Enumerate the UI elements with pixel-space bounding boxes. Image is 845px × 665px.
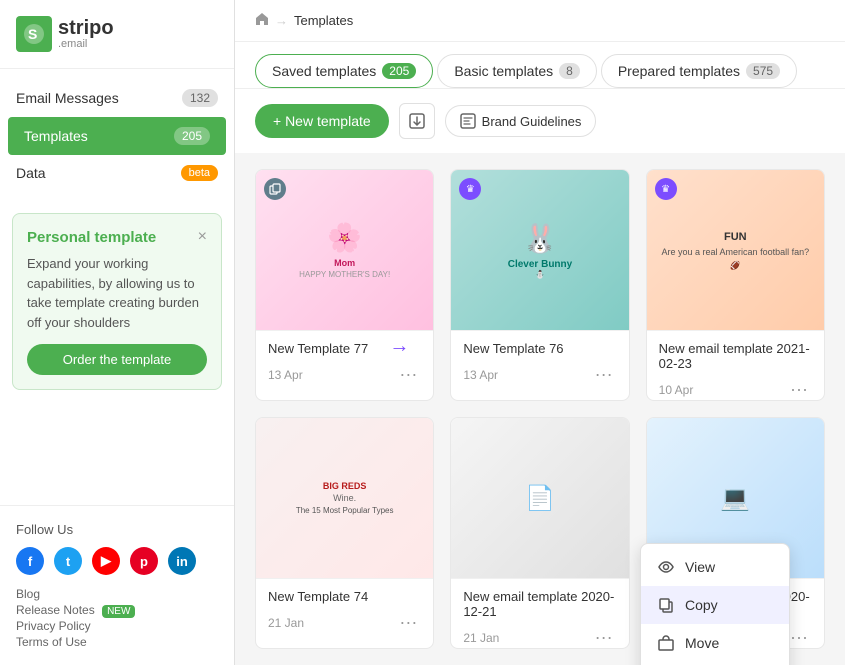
- template-date-4: 21 Jan: [268, 616, 304, 630]
- footer-link-terms[interactable]: Terms of Use: [16, 635, 218, 649]
- sidebar-footer: Follow Us f t ▶ p in Blog Release Notes …: [0, 505, 234, 665]
- template-menu-btn-4[interactable]: ···: [395, 610, 421, 635]
- template-date-2: 13 Apr: [463, 368, 498, 382]
- template-card-3[interactable]: ♛ FUN Are you a real American football f…: [646, 169, 825, 401]
- personal-template-box: Personal template × Expand your working …: [12, 213, 222, 390]
- template-thumbnail-4: BIG REDS Wine. The 15 Most Popular Types: [256, 418, 433, 578]
- tab-basic-templates[interactable]: Basic templates 8: [437, 54, 597, 88]
- facebook-icon[interactable]: f: [16, 547, 44, 575]
- template-menu-btn-1[interactable]: ···: [395, 362, 421, 387]
- template-date-3: 10 Apr: [659, 383, 694, 397]
- breadcrumb-separator: →: [275, 13, 288, 28]
- footer-links: Blog Release Notes NEW Privacy Policy Te…: [16, 587, 218, 649]
- sidebar-item-email-messages[interactable]: Email Messages 132: [0, 79, 234, 117]
- footer-link-blog[interactable]: Blog: [16, 587, 218, 601]
- sidebar-item-templates[interactable]: Templates 205: [8, 117, 226, 155]
- logo: S stripo .email: [0, 0, 234, 69]
- personal-template-title: Personal template: [27, 229, 156, 246]
- pinterest-icon[interactable]: p: [130, 547, 158, 575]
- crown-badge-3: ♛: [655, 178, 677, 200]
- twitter-icon[interactable]: t: [54, 547, 82, 575]
- template-card-5[interactable]: 📄 New email template 2020-12-21 21 Jan ·…: [450, 417, 629, 649]
- context-menu-move-label: Move: [685, 635, 719, 651]
- template-menu-btn-3[interactable]: ···: [786, 377, 812, 401]
- personal-template-description: Expand your working capabilities, by all…: [27, 254, 207, 332]
- logo-name: stripo: [58, 18, 114, 38]
- template-info-2: New Template 76 13 Apr ···: [451, 330, 628, 397]
- breadcrumb-current: Templates: [294, 13, 353, 28]
- template-name-4: New Template 74: [268, 589, 421, 604]
- template-name-5: New email template 2020-12-21: [463, 589, 616, 619]
- footer-link-privacy[interactable]: Privacy Policy: [16, 619, 218, 633]
- template-info-3: New email template 2021-02-23 10 Apr ···: [647, 330, 824, 401]
- breadcrumb-home-icon[interactable]: [255, 12, 269, 29]
- new-template-button[interactable]: + New template: [255, 104, 389, 138]
- template-card-4[interactable]: BIG REDS Wine. The 15 Most Popular Types…: [255, 417, 434, 649]
- template-date-1: 13 Apr: [268, 368, 303, 382]
- sidebar: S stripo .email Email Messages 132 Templ…: [0, 0, 235, 665]
- view-icon: [657, 558, 675, 576]
- context-menu-move[interactable]: Move: [641, 624, 789, 662]
- personal-template-close-icon[interactable]: ×: [198, 228, 207, 246]
- template-name-2: New Template 76: [463, 341, 616, 356]
- template-info-5: New email template 2020-12-21 21 Jan ···: [451, 578, 628, 649]
- order-template-button[interactable]: Order the template: [27, 344, 207, 375]
- context-menu-view-label: View: [685, 559, 715, 575]
- import-button[interactable]: [399, 103, 435, 139]
- template-date-5: 21 Jan: [463, 631, 499, 645]
- template-card-1[interactable]: 🌸 Mom HAPPY MOTHER'S DAY! New Template 7…: [255, 169, 434, 401]
- template-thumbnail-5: 📄: [451, 418, 628, 578]
- tab-saved-templates[interactable]: Saved templates 205: [255, 54, 433, 88]
- copy-badge-icon: [264, 178, 286, 200]
- toolbar: + New template Brand Guidelines: [235, 89, 845, 153]
- context-menu: View Copy Move: [640, 543, 790, 665]
- social-icons: f t ▶ p in: [16, 547, 218, 575]
- template-card-2[interactable]: ♛ 🐰 Clever Bunny ⛄ New Template 76 13 Ap…: [450, 169, 629, 401]
- main-content: → Templates Saved templates 205 Basic te…: [235, 0, 845, 665]
- tabs-bar: Saved templates 205 Basic templates 8 Pr…: [235, 42, 845, 89]
- template-name-3: New email template 2021-02-23: [659, 341, 812, 371]
- linkedin-icon[interactable]: in: [168, 547, 196, 575]
- logo-sub: .email: [58, 38, 114, 50]
- sidebar-item-data[interactable]: Data beta: [0, 155, 234, 191]
- sidebar-navigation: Email Messages 132 Templates 205 Data be…: [0, 69, 234, 201]
- svg-text:S: S: [28, 26, 37, 42]
- arrow-indicator: →: [389, 335, 409, 358]
- follow-us-label: Follow Us: [16, 522, 218, 537]
- templates-grid: 🌸 Mom HAPPY MOTHER'S DAY! New Template 7…: [235, 153, 845, 665]
- context-menu-copy-label: Copy: [685, 597, 718, 613]
- footer-link-release-notes[interactable]: Release Notes NEW: [16, 603, 218, 617]
- move-icon: [657, 634, 675, 652]
- template-menu-btn-2[interactable]: ···: [591, 362, 617, 387]
- youtube-icon[interactable]: ▶: [92, 547, 120, 575]
- copy-icon: [657, 596, 675, 614]
- context-menu-copy[interactable]: Copy: [641, 586, 789, 624]
- brand-guidelines-button[interactable]: Brand Guidelines: [445, 105, 597, 137]
- logo-icon: S: [16, 16, 52, 52]
- tab-prepared-templates[interactable]: Prepared templates 575: [601, 54, 797, 88]
- template-menu-btn-5[interactable]: ···: [591, 625, 617, 649]
- template-info-4: New Template 74 21 Jan ···: [256, 578, 433, 645]
- breadcrumb: → Templates: [235, 0, 845, 42]
- brand-guidelines-label: Brand Guidelines: [482, 114, 582, 129]
- context-menu-view[interactable]: View: [641, 548, 789, 586]
